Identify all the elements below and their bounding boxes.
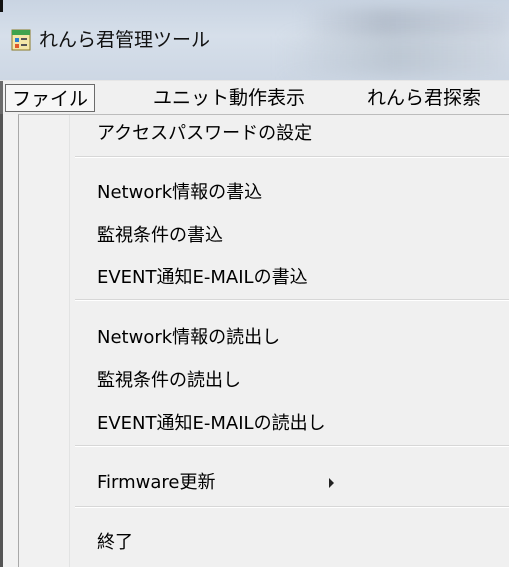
menu-separator <box>75 445 509 447</box>
menu-unit-status[interactable]: ユニット動作表示 <box>147 84 311 112</box>
menu-item-read-monitor[interactable]: 監視条件の読出し <box>97 368 241 394</box>
menu-icon-gutter <box>19 115 70 567</box>
menu-separator <box>75 156 509 158</box>
menu-renrakun-search[interactable]: れんら君探索 <box>361 84 487 112</box>
chevron-right-icon <box>329 478 334 488</box>
window-edge <box>0 114 3 567</box>
window-edge <box>0 81 3 115</box>
menu-item-read-network[interactable]: Network情報の読出し <box>97 325 280 351</box>
blurred-background <box>300 8 509 38</box>
menu-bar: ファイル ユニット動作表示 れんら君探索 <box>0 80 509 115</box>
menu-item-access-password[interactable]: アクセスパスワードの設定 <box>97 121 312 147</box>
window-edge <box>0 0 3 12</box>
menu-item-write-network[interactable]: Network情報の書込 <box>97 180 262 206</box>
menu-item-write-email[interactable]: EVENT通知E-MAILの書込 <box>97 265 308 291</box>
menu-item-firmware-update[interactable]: Firmware更新 <box>97 470 216 496</box>
file-dropdown-menu: アクセスパスワードの設定 Network情報の書込 監視条件の書込 EVENT通… <box>18 114 509 567</box>
window-title: れんら君管理ツール <box>39 29 211 51</box>
menu-item-write-monitor[interactable]: 監視条件の書込 <box>97 223 223 249</box>
menu-separator <box>75 506 509 508</box>
blurred-background <box>280 36 509 76</box>
menu-separator <box>75 299 509 301</box>
menu-file[interactable]: ファイル <box>5 84 96 112</box>
app-window-icon[interactable] <box>11 29 31 51</box>
menu-item-read-email[interactable]: EVENT通知E-MAILの読出し <box>97 411 326 437</box>
title-bar: れんら君管理ツール <box>0 0 509 80</box>
menu-item-exit[interactable]: 終了 <box>97 530 133 556</box>
